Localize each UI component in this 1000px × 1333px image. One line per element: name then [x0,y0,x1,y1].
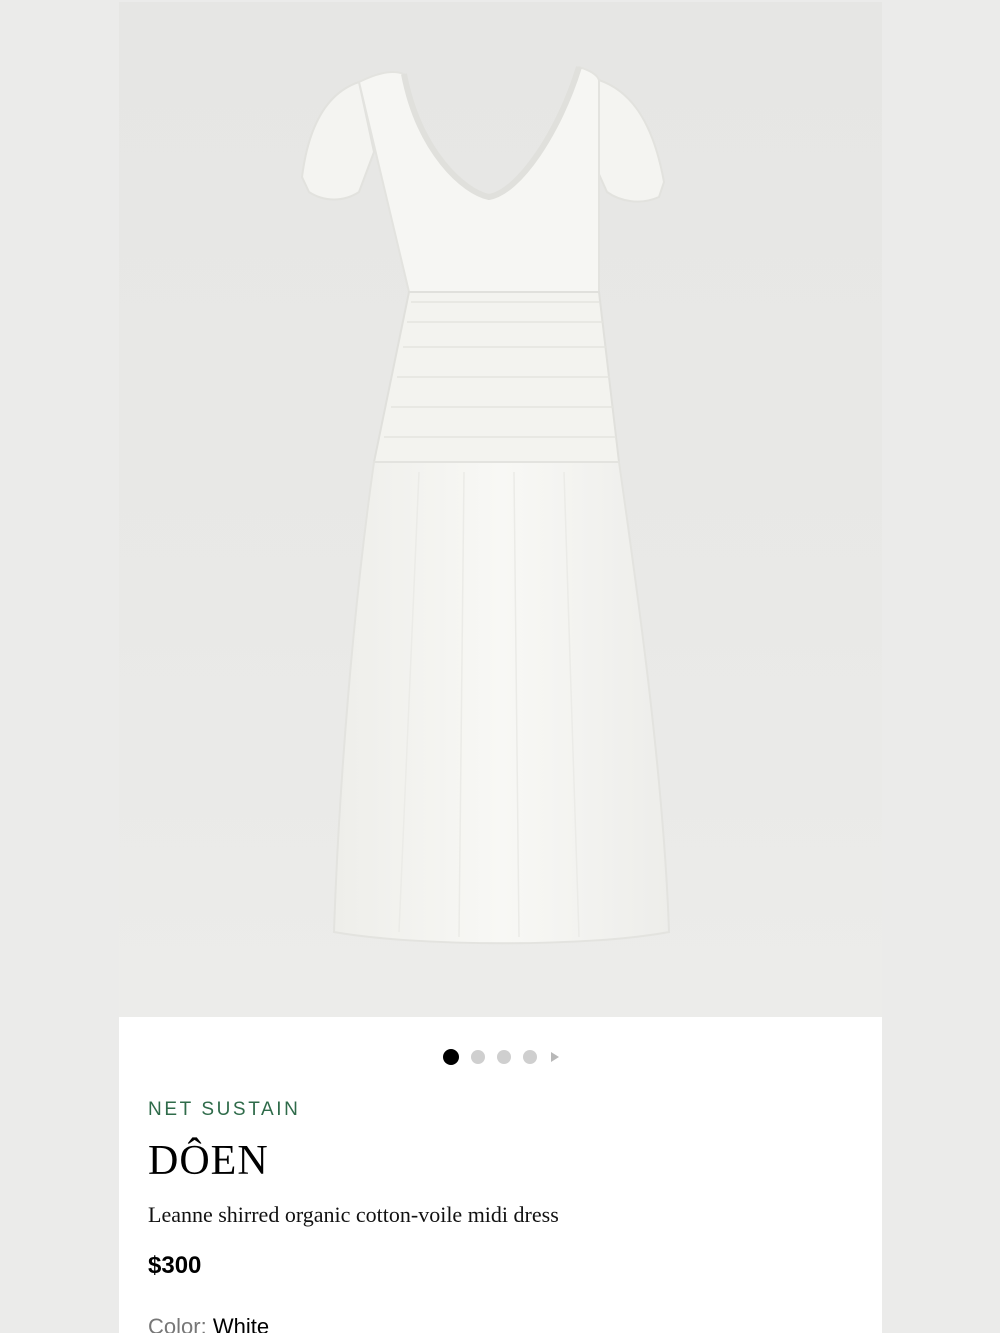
carousel-dot-3[interactable] [496,1050,511,1064]
color-value: White [212,1314,270,1333]
carousel-dot-2[interactable] [470,1050,485,1064]
dress-illustration [300,65,671,945]
product-price: $300 [148,1252,202,1279]
product-title: Leanne shirred organic cotton-voile midi… [148,1202,559,1227]
brand-name[interactable]: DÔEN [148,1135,269,1187]
image-carousel-dots[interactable] [119,1048,882,1066]
product-image[interactable] [119,2,882,1017]
carousel-next-icon[interactable] [550,1052,559,1062]
net-sustain-label: NET SUSTAIN [148,1099,301,1120]
carousel-dot-4[interactable] [522,1050,537,1064]
carousel-dot-1[interactable] [442,1049,459,1065]
color-label: Color: [148,1314,207,1333]
color-row: Color: White [148,1314,269,1333]
product-card: NET SUSTAIN DÔEN Leanne shirred organic … [119,2,882,1333]
